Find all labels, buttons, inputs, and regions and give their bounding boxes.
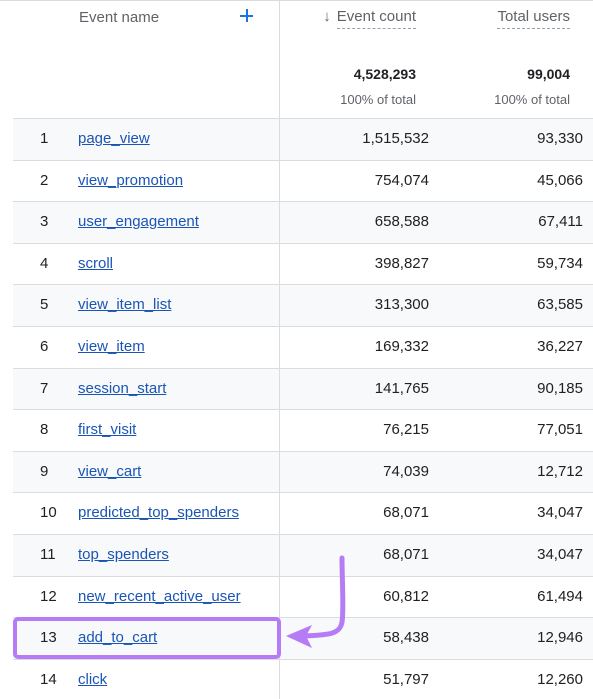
- column-header-label: Total users: [497, 8, 570, 29]
- event-count-cell: 313,300: [374, 296, 429, 314]
- row-index: 11: [40, 545, 56, 563]
- row-index: 8: [40, 421, 49, 439]
- table-row: 3 user_engagement 658,588 67,411: [13, 201, 593, 243]
- column-header-label: Event count: [336, 8, 416, 29]
- table-row: 9 view_cart 74,039 12,712: [13, 450, 593, 493]
- total-event-count-percent: 100% of total: [340, 92, 416, 107]
- row-index: 6: [40, 337, 49, 355]
- total-event-count: 4,528,293: [353, 66, 416, 82]
- row-index: 4: [40, 254, 49, 272]
- row-index: 5: [40, 296, 49, 314]
- table-row: 5 view_item_list 313,300 63,585: [13, 284, 593, 326]
- row-index: 14: [40, 670, 57, 688]
- event-count-cell: 68,071: [383, 504, 429, 522]
- event-name-link[interactable]: add_to_cart: [78, 629, 157, 646]
- event-count-cell: 398,827: [374, 254, 429, 272]
- row-index: 10: [40, 504, 57, 522]
- row-index: 3: [40, 213, 49, 231]
- row-index: 13: [40, 629, 57, 647]
- table-row: 12 new_recent_active_user 60,812 61,494: [13, 575, 593, 618]
- table-row: 4 scroll 398,827 59,734: [13, 242, 593, 285]
- total-users-cell: 77,051: [537, 421, 583, 439]
- event-name-link[interactable]: scroll: [78, 255, 113, 272]
- arrow-down-icon: ↓: [323, 8, 331, 25]
- event-count-cell: 658,588: [374, 213, 429, 231]
- plus-icon[interactable]: [236, 5, 258, 27]
- total-users-cell: 45,066: [537, 171, 583, 189]
- column-divider: [279, 0, 280, 699]
- column-header-event-count[interactable]: ↓ Event count: [323, 8, 416, 29]
- event-name-link[interactable]: view_item: [78, 338, 145, 355]
- event-name-link[interactable]: click: [78, 671, 107, 688]
- event-count-cell: 76,215: [383, 421, 429, 439]
- table-row: 8 first_visit 76,215 77,051: [13, 409, 593, 451]
- event-count-cell: 754,074: [374, 171, 429, 189]
- event-name-link[interactable]: predicted_top_spenders: [78, 504, 239, 521]
- event-name-link[interactable]: first_visit: [78, 421, 136, 438]
- event-count-cell: 141,765: [374, 379, 429, 397]
- event-name-link[interactable]: top_spenders: [78, 546, 169, 563]
- total-users-cell: 36,227: [537, 337, 583, 355]
- total-users-cell: 67,411: [538, 213, 583, 231]
- row-index: 12: [40, 587, 57, 605]
- table-row: 10 predicted_top_spenders 68,071 34,047: [13, 492, 593, 534]
- row-index: 9: [40, 462, 49, 480]
- event-name-link[interactable]: view_item_list: [78, 296, 171, 313]
- event-count-cell: 1,515,532: [362, 130, 429, 147]
- row-index: 2: [40, 171, 49, 189]
- column-header-event-name[interactable]: Event name: [79, 9, 159, 26]
- total-users-percent: 100% of total: [494, 92, 570, 107]
- event-count-cell: 58,438: [383, 629, 429, 647]
- event-name-link[interactable]: session_start: [78, 380, 166, 397]
- table-body: 1 page_view 1,515,532 93,330 2 view_promotion…: [13, 118, 593, 699]
- table-row: 2 view_promotion 754,074 45,066: [13, 159, 593, 202]
- table-row: 1 page_view 1,515,532 93,330: [13, 118, 593, 160]
- row-index: 1: [40, 130, 49, 147]
- total-users-cell: 12,260: [537, 670, 583, 688]
- table-header: Event name ↓ Event count Total users 4,52…: [0, 0, 593, 118]
- table-row: 14 click 51,797 12,260: [13, 658, 593, 699]
- event-count-cell: 51,797: [383, 670, 429, 688]
- table-row: 6 view_item 169,332 36,227: [13, 325, 593, 368]
- total-users-cell: 61,494: [537, 587, 583, 605]
- total-users-cell: 34,047: [537, 545, 583, 563]
- table-row: 13 add_to_cart 58,438 12,946: [13, 617, 593, 659]
- total-users-cell: 59,734: [537, 254, 583, 272]
- event-name-link[interactable]: new_recent_active_user: [78, 588, 241, 605]
- column-header-total-users[interactable]: Total users: [497, 8, 570, 29]
- total-users-cell: 63,585: [537, 296, 583, 314]
- event-count-cell: 169,332: [374, 337, 429, 355]
- row-index: 7: [40, 379, 49, 397]
- total-users-cell: 34,047: [537, 504, 583, 522]
- table-row: 11 top_spenders 68,071 34,047: [13, 533, 593, 576]
- event-count-cell: 74,039: [383, 462, 429, 480]
- event-count-cell: 68,071: [383, 545, 429, 563]
- event-name-link[interactable]: page_view: [78, 130, 150, 147]
- event-name-link[interactable]: user_engagement: [78, 213, 199, 230]
- event-count-cell: 60,812: [383, 587, 429, 605]
- total-users: 99,004: [527, 66, 570, 82]
- table-row: 7 session_start 141,765 90,185: [13, 367, 593, 410]
- total-users-cell: 90,185: [537, 379, 583, 397]
- event-name-link[interactable]: view_cart: [78, 463, 141, 480]
- event-name-link[interactable]: view_promotion: [78, 172, 183, 189]
- total-users-cell: 12,946: [537, 629, 583, 647]
- total-users-cell: 93,330: [537, 130, 583, 147]
- total-users-cell: 12,712: [537, 462, 583, 480]
